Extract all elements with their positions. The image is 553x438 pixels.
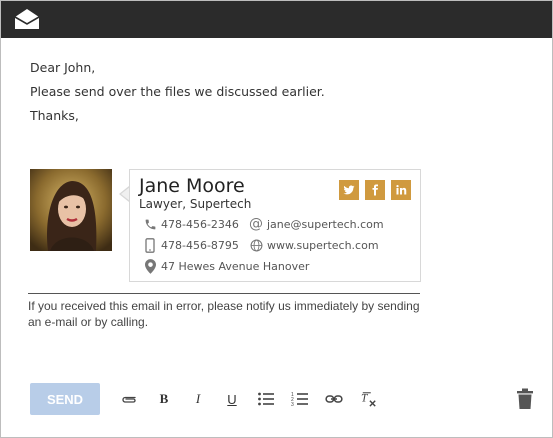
disclaimer-text: If you received this email in error, ple…	[28, 299, 420, 329]
title-bar	[1, 1, 552, 38]
trash-icon[interactable]	[516, 388, 534, 410]
phone-row: 478-456-2346	[143, 217, 239, 231]
address-text: 47 Hewes Avenue Hanover	[161, 259, 310, 273]
attachment-icon[interactable]	[119, 390, 139, 408]
linkedin-icon[interactable]	[391, 180, 411, 200]
mobile-row: 478-456-8795	[143, 237, 239, 253]
phone-number[interactable]: 478-456-2346	[161, 218, 239, 231]
mobile-phone-icon	[143, 237, 157, 253]
signature-title: Lawyer, Supertech	[139, 197, 252, 211]
bulleted-list-icon[interactable]	[256, 390, 276, 408]
globe-icon	[249, 238, 263, 252]
svg-text:T: T	[361, 393, 369, 405]
location-pin-icon	[143, 258, 157, 274]
open-envelope-icon	[14, 9, 40, 29]
message-body[interactable]: Dear John, Please send over the files we…	[30, 56, 325, 128]
underline-icon[interactable]: U	[222, 390, 242, 408]
phone-icon	[143, 217, 157, 231]
email-link[interactable]: jane@supertech.com	[267, 218, 384, 231]
email-row: @ jane@supertech.com	[249, 216, 384, 232]
closing-line: Thanks,	[30, 108, 79, 123]
mobile-number[interactable]: 478-456-8795	[161, 239, 239, 252]
website-link[interactable]: www.supertech.com	[267, 239, 379, 252]
profile-photo	[30, 169, 112, 251]
link-icon[interactable]	[324, 390, 344, 408]
twitter-icon[interactable]	[339, 180, 359, 200]
signature-card: Jane Moore Lawyer, Supertech 478-456-234…	[129, 169, 421, 282]
at-sign-icon: @	[249, 216, 263, 232]
message-line: Please send over the files we discussed …	[30, 84, 325, 99]
facebook-icon[interactable]	[365, 180, 385, 200]
send-button[interactable]: SEND	[30, 383, 100, 415]
clear-formatting-icon[interactable]: T	[359, 390, 379, 408]
signature-divider	[28, 293, 420, 294]
address-row: 47 Hewes Avenue Hanover	[143, 258, 310, 274]
website-row: www.supertech.com	[249, 238, 379, 252]
numbered-list-icon[interactable]: 1 2 3	[290, 390, 310, 408]
email-compose-window: Dear John, Please send over the files we…	[0, 0, 553, 438]
signature-name: Jane Moore	[139, 175, 245, 197]
svg-text:3: 3	[291, 402, 294, 407]
italic-icon[interactable]: I	[188, 390, 208, 408]
bold-icon[interactable]: B	[154, 390, 174, 408]
greeting-line: Dear John,	[30, 60, 96, 75]
